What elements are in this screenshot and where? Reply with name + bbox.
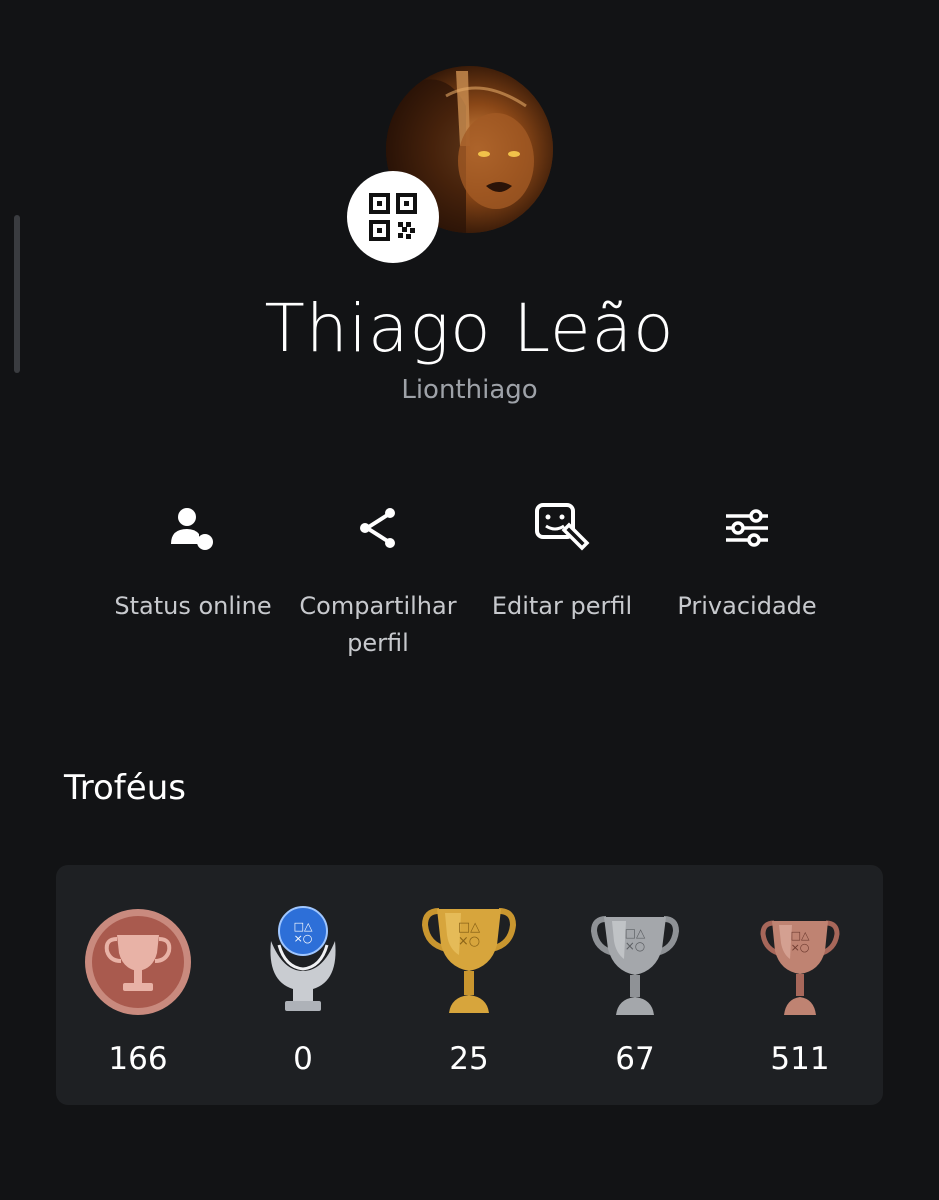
share-icon (360, 508, 395, 548)
trophy-silver-count: 67 (615, 1041, 655, 1077)
svg-text:□△: □△ (458, 920, 480, 935)
platinum-trophy-icon: □△ ×○ (270, 906, 336, 1011)
user-status-icon (171, 508, 213, 550)
privacy-label: Privacidade (677, 592, 817, 620)
edit-profile-label: Editar perfil (491, 592, 633, 620)
trophy-level-icon (85, 909, 191, 1015)
username: Lionthiago (401, 375, 538, 405)
qr-code-button[interactable] (347, 171, 439, 263)
status-online-button[interactable]: Status online (103, 500, 283, 625)
svg-text:×○: ×○ (791, 941, 810, 954)
share-profile-button[interactable]: Compartilhar perfil (288, 500, 468, 662)
svg-text:×○: ×○ (625, 939, 646, 953)
sliders-icon (726, 509, 768, 547)
trophy-platinum[interactable]: □△ ×○ 0 (228, 901, 378, 1077)
trophy-level[interactable]: 166 (63, 901, 213, 1077)
display-name: Thiago Leão (264, 290, 675, 367)
svg-text:□△: □△ (625, 926, 646, 940)
trophy-gold[interactable]: □△ ×○ 25 (394, 901, 544, 1077)
edit-profile-button[interactable]: Editar perfil (472, 500, 652, 625)
share-profile-label: Compartilhar perfil (299, 592, 457, 657)
qr-code-icon (369, 193, 417, 241)
trophy-bronze[interactable]: □△ ×○ 511 (725, 901, 875, 1077)
gold-trophy-icon: □△ ×○ (421, 908, 517, 1013)
privacy-button[interactable]: Privacidade (657, 500, 837, 625)
edit-profile-icon (535, 503, 590, 551)
trophies-card[interactable]: 166 □△ ×○ 0 □△ ×○ 25 □△ ×○ 67 □△ ×○ 511 (56, 865, 883, 1105)
bronze-trophy-icon: □△ ×○ (760, 920, 840, 1015)
svg-text:×○: ×○ (458, 934, 480, 949)
trophy-gold-count: 25 (449, 1041, 489, 1077)
trophy-bronze-count: 511 (770, 1041, 830, 1077)
trophy-level-count: 166 (108, 1041, 168, 1077)
silver-trophy-icon: □△ ×○ (590, 916, 680, 1015)
trophies-title: Troféus (64, 768, 186, 808)
svg-text:×○: ×○ (294, 932, 313, 945)
status-online-label: Status online (114, 592, 272, 620)
trophy-silver[interactable]: □△ ×○ 67 (560, 901, 710, 1077)
trophy-platinum-count: 0 (293, 1041, 313, 1077)
